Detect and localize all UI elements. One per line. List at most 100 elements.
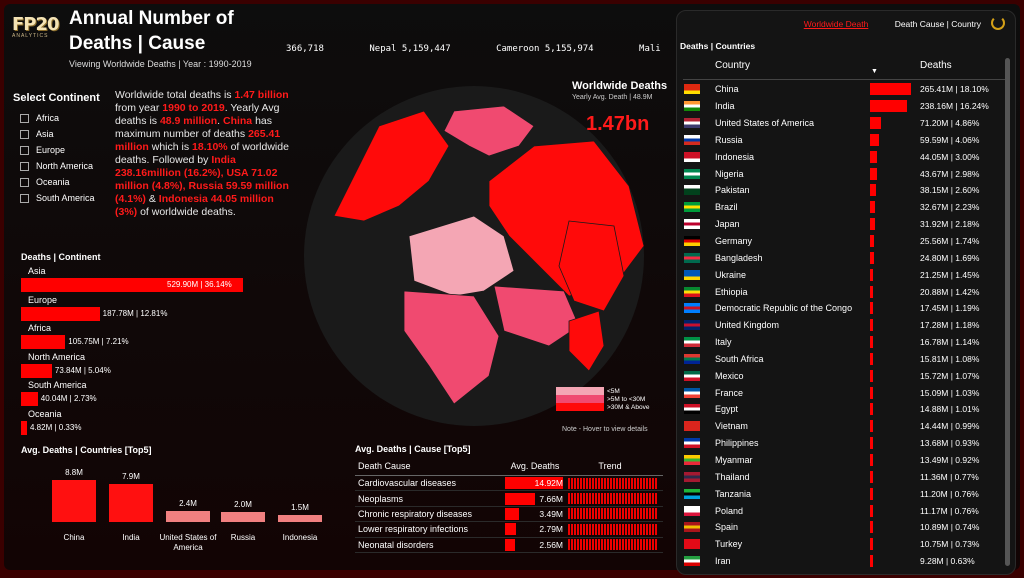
filter-option-south-america[interactable]: South America (20, 190, 95, 206)
continent-bar[interactable] (21, 306, 100, 321)
cause-value: 2.56M (539, 539, 563, 550)
continent-bar-row[interactable]: South America 40.04M | 2.73% (21, 380, 281, 409)
country-row[interactable]: China 265.41M | 18.10% (683, 81, 1001, 98)
reset-icon[interactable] (991, 16, 1005, 30)
deaths-value: 25.56M | 1.74% (920, 236, 980, 247)
world-map-globe[interactable] (304, 86, 644, 426)
continent-bar-row[interactable]: Asia 529.90M | 36.14% (21, 266, 281, 295)
country-row[interactable]: Italy 16.78M | 1.14% (683, 334, 1001, 351)
sort-desc-icon[interactable]: ▼ (871, 68, 878, 75)
deaths-value: 21.25M | 1.45% (920, 269, 980, 280)
col-country[interactable]: Country (715, 60, 750, 71)
country-row[interactable]: Ukraine 21.25M | 1.45% (683, 266, 1001, 283)
country-row[interactable]: Ethiopia 20.88M | 1.42% (683, 283, 1001, 300)
country-row[interactable]: Thailand 11.36M | 0.77% (683, 468, 1001, 485)
country-bar[interactable] (278, 514, 322, 522)
country-bar[interactable] (52, 480, 96, 522)
cause-row[interactable]: Chronic respiratory diseases 3.49M (355, 507, 663, 523)
country-row[interactable]: Egypt 14.88M | 1.01% (683, 401, 1001, 418)
map-region-india[interactable] (568, 310, 605, 372)
country-row[interactable]: Brazil 32.67M | 2.23% (683, 199, 1001, 216)
country-row[interactable]: Myanmar 13.49M | 0.92% (683, 452, 1001, 469)
map-region-north-america[interactable] (333, 110, 450, 222)
country-name: Japan (715, 219, 740, 230)
flag-icon (684, 84, 700, 95)
country-row[interactable]: Poland 11.17M | 0.76% (683, 502, 1001, 519)
country-row[interactable]: Iran 9.28M | 0.63% (683, 553, 1001, 570)
deaths-bar (870, 319, 873, 332)
col-deaths[interactable]: Deaths (920, 60, 952, 71)
cause-row[interactable]: Neonatal disorders 2.56M (355, 538, 663, 553)
cause-row[interactable]: Lower respiratory infections 2.79M (355, 522, 663, 538)
country-bar[interactable] (221, 512, 265, 522)
country-bar[interactable] (166, 510, 210, 522)
country-row[interactable]: France 15.09M | 1.03% (683, 384, 1001, 401)
map-region-europe[interactable] (408, 215, 515, 297)
continent-bar[interactable] (21, 363, 52, 378)
tab-worldwide-death[interactable]: Worldwide Death (804, 19, 869, 29)
country-name: Thailand (715, 471, 750, 482)
country-name: Russia (715, 134, 743, 145)
map-region-africa[interactable] (403, 290, 500, 405)
tab-death-cause-country[interactable]: Death Cause | Country (895, 19, 981, 29)
deaths-bar (870, 100, 907, 113)
filter-option-north-america[interactable]: North America (20, 158, 95, 174)
checkbox[interactable] (20, 161, 29, 171)
filter-option-asia[interactable]: Asia (20, 126, 95, 142)
continent-bar-row[interactable]: Europe 187.78M | 12.81% (21, 295, 281, 324)
filter-option-oceania[interactable]: Oceania (20, 174, 95, 190)
map-region-china[interactable] (558, 220, 625, 312)
country-name: Ukraine (715, 269, 747, 280)
country-row[interactable]: Indonesia 44.05M | 3.00% (683, 148, 1001, 165)
country-row[interactable]: Germany 25.56M | 1.74% (683, 233, 1001, 250)
continent-bar-row[interactable]: Africa 105.75M | 7.21% (21, 323, 281, 352)
country-row[interactable]: Turkey 10.75M | 0.73% (683, 536, 1001, 553)
cause-row[interactable]: Neoplasms 7.66M (355, 491, 663, 507)
country-row[interactable]: Mexico 15.72M | 1.07% (683, 367, 1001, 384)
country-row[interactable]: Japan 31.92M | 2.18% (683, 216, 1001, 233)
country-row[interactable]: India 238.16M | 16.24% (683, 98, 1001, 115)
country-row[interactable]: United Kingdom 17.28M | 1.18% (683, 317, 1001, 334)
checkbox[interactable] (20, 145, 29, 155)
checkbox[interactable] (20, 177, 29, 187)
checkbox[interactable] (20, 129, 29, 139)
filter-option-africa[interactable]: Africa (20, 110, 95, 126)
map-region-greenland[interactable] (443, 105, 535, 157)
cause-trend-sparkline (568, 523, 658, 535)
country-row[interactable]: United States of America 71.20M | 4.86% (683, 115, 1001, 132)
deaths-value: 59.59M | 4.06% (920, 134, 980, 145)
deaths-bar (870, 167, 877, 180)
continent-bar-chart: Deaths | Continent Asia 529.90M | 36.14% E… (21, 252, 281, 437)
continent-bar-row[interactable]: North America 73.84M | 5.04% (21, 352, 281, 381)
col-avg-deaths[interactable]: Avg. Deaths (505, 461, 565, 471)
scrollbar[interactable] (1005, 58, 1010, 566)
country-row[interactable]: Pakistan 38.15M | 2.60% (683, 182, 1001, 199)
cause-row[interactable]: Cardiovascular diseases 14.92M (355, 476, 663, 492)
checkbox[interactable] (20, 113, 29, 123)
col-trend[interactable]: Trend (565, 461, 655, 471)
country-row[interactable]: Bangladesh 24.80M | 1.69% (683, 249, 1001, 266)
flag-icon (684, 303, 700, 314)
continent-bar[interactable] (21, 392, 38, 406)
country-row[interactable]: Russia 59.59M | 4.06% (683, 132, 1001, 149)
country-row[interactable]: Democratic Republic of the Congo 17.45M |… (683, 300, 1001, 317)
country-bar[interactable] (109, 484, 153, 522)
globe-map-shapes[interactable] (304, 86, 644, 426)
cause-value-cell: 3.49M (505, 507, 565, 520)
filter-option-europe[interactable]: Europe (20, 142, 95, 158)
col-death-cause[interactable]: Death Cause (355, 461, 505, 471)
deaths-bar (870, 453, 873, 466)
country-row[interactable]: Nigeria 43.67M | 2.98% (683, 165, 1001, 182)
country-row[interactable]: Philippines 13.68M | 0.93% (683, 435, 1001, 452)
continent-bar[interactable] (21, 420, 27, 435)
continent-bar[interactable] (21, 335, 66, 349)
map-total: 1.47bn (586, 113, 650, 135)
country-row[interactable]: Spain 10.89M | 0.74% (683, 519, 1001, 536)
checkbox[interactable] (20, 193, 29, 203)
country-row[interactable]: Vietnam 14.44M | 0.99% (683, 418, 1001, 435)
country-row[interactable]: South Africa 15.81M | 1.08% (683, 351, 1001, 368)
continent-bar-row[interactable]: Oceania 4.82M | 0.33% (21, 409, 281, 438)
country-row[interactable]: Tanzania 11.20M | 0.76% (683, 485, 1001, 502)
map-legend: <5M >5M to <30M >30M & Above (556, 387, 649, 411)
map-region-middle-east[interactable] (493, 285, 580, 347)
